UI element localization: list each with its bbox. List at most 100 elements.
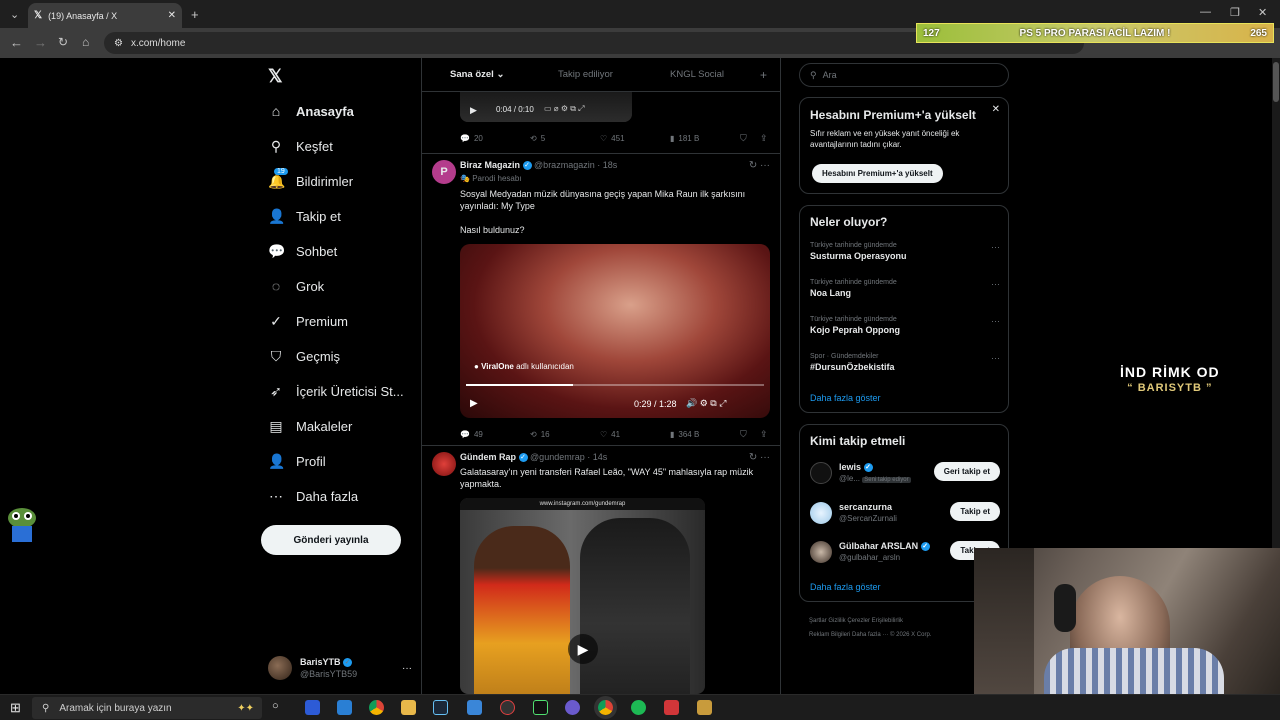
nav-item-11[interactable]: ⋯ Daha fazla <box>268 484 358 508</box>
close-icon[interactable]: ✕ <box>992 104 1000 115</box>
nav-item-5[interactable]: ◌ Grok <box>268 274 324 298</box>
home-button-icon[interactable]: ⌂ <box>82 35 89 49</box>
like-button[interactable]: ♡ 41 <box>600 430 620 439</box>
share-icon[interactable]: ⇪ <box>760 133 768 144</box>
taskbar-app-icon[interactable] <box>467 700 482 715</box>
tweet-video[interactable]: ● ViralOne adlı kullanıcıdan ▶ 0:29 / 1:… <box>460 244 770 418</box>
chrome-active-icon[interactable] <box>598 700 613 715</box>
page-scrollbar[interactable] <box>1272 58 1280 548</box>
chrome-icon[interactable] <box>369 700 384 715</box>
site-info-icon[interactable]: ⚙ <box>114 38 123 49</box>
tab-kngl-social[interactable]: KNGL Social <box>670 69 724 80</box>
taskbar-search[interactable]: ⚲ Aramak için buraya yazın ✦✦ <box>32 697 262 719</box>
tweet-more-icon[interactable]: ↻ ··· <box>749 452 770 463</box>
close-window-icon[interactable]: ✕ <box>1258 6 1267 19</box>
x-logo[interactable]: 𝕏 <box>268 66 283 87</box>
tweet-author-name[interactable]: Biraz Magazin <box>460 160 520 170</box>
tweet-author-handle[interactable]: @gundemrap · 14s <box>530 452 607 462</box>
bookmark-icon[interactable]: ⛉ <box>740 429 747 440</box>
tweet-author-name[interactable]: Gündem Rap <box>460 452 516 462</box>
bookmark-icon[interactable]: ⛉ <box>740 133 747 144</box>
obs-icon[interactable] <box>500 700 515 715</box>
spotify-icon[interactable] <box>631 700 646 715</box>
trend-item[interactable]: Türkiye tarihinde gündemde Noa Lang ··· <box>810 279 1000 298</box>
tweet[interactable]: P Biraz Magazin ✓ @brazmagazin · 18s ↻ ·… <box>422 154 780 446</box>
nav-item-0[interactable]: ⌂ Anasayfa <box>268 99 354 123</box>
tab-for-you[interactable]: Sana özel ⌄ <box>450 69 504 80</box>
user-avatar[interactable] <box>810 502 832 524</box>
new-tab-icon[interactable]: + <box>191 7 199 22</box>
trend-more-icon[interactable]: ··· <box>991 353 1000 363</box>
trend-item[interactable]: Spor · Gündemdekiler #DursunÖzbekistifa ··… <box>810 353 1000 372</box>
tweet-video[interactable]: www.instagram.com/gundemrap ▶ <box>460 498 705 694</box>
windows-start-icon[interactable]: ⊞ <box>10 700 21 716</box>
video-controls-icons[interactable]: ▭ ⌀ ⚙ ⧉ ⤢ <box>544 104 585 114</box>
share-icon[interactable]: ⇪ <box>760 429 768 440</box>
tweet-avatar[interactable]: P <box>432 160 456 184</box>
trend-more-icon[interactable]: ··· <box>991 242 1000 252</box>
tab-following[interactable]: Takip ediliyor <box>558 69 613 80</box>
play-icon[interactable]: ▶ <box>568 634 598 664</box>
taskbar-app-icon[interactable] <box>305 700 320 715</box>
reply-button[interactable]: 💬 49 <box>460 430 483 439</box>
add-tab-icon[interactable]: + <box>760 68 767 82</box>
user-avatar[interactable] <box>810 541 832 563</box>
account-switcher[interactable]: BarisYTB ✓ @BarisYTB59 ··· <box>268 654 412 682</box>
follow-suggestion[interactable]: sercanzurna @SercanZurnali Takip et <box>810 500 1000 528</box>
close-tab-icon[interactable]: ✕ <box>168 10 176 21</box>
trend-more-icon[interactable]: ··· <box>991 316 1000 326</box>
premium-upgrade-button[interactable]: Hesabını Premium+'a yükselt <box>812 164 943 183</box>
cortana-icon[interactable]: ○ <box>272 700 279 712</box>
follow-suggestion[interactable]: Gülbahar ARSLAN ✓ @gulbahar_arsln Takip … <box>810 539 1000 567</box>
tweet-avatar[interactable] <box>432 452 456 476</box>
tab-list-icon[interactable]: ⌄ <box>10 8 19 21</box>
follow-button[interactable]: Takip et <box>950 502 1000 521</box>
steam-icon[interactable] <box>433 700 448 715</box>
post-button[interactable]: Gönderi yayınla <box>261 525 401 555</box>
file-explorer-icon[interactable] <box>401 700 416 715</box>
tweet-more-icon[interactable]: ↻ ··· <box>749 160 770 171</box>
trend-more-icon[interactable]: ··· <box>991 279 1000 289</box>
views-button[interactable]: ▮ 181 B <box>670 134 699 143</box>
back-icon[interactable]: ← <box>10 35 23 50</box>
trends-more-link[interactable]: Daha fazla göster <box>810 393 881 403</box>
repost-button[interactable]: ⟲ 5 <box>530 134 545 143</box>
discord-icon[interactable] <box>565 700 580 715</box>
user-avatar[interactable] <box>810 462 832 484</box>
minimize-icon[interactable]: — <box>1200 6 1211 18</box>
nav-item-9[interactable]: ▤ Makaleler <box>268 414 352 438</box>
browser-tab[interactable]: 𝕏 (19) Anasayfa / X ✕ <box>28 3 182 28</box>
nav-item-2[interactable]: 🔔 19 Bildirimler <box>268 167 353 193</box>
repost-button[interactable]: ⟲ 16 <box>530 430 550 439</box>
restore-icon[interactable]: ❐ <box>1230 6 1240 19</box>
who-more-link[interactable]: Daha fazla göster <box>810 582 881 592</box>
video-controls-icons[interactable]: 🔊 ⚙ ⧉ ⤢ <box>686 398 726 409</box>
taskbar-app-icon[interactable] <box>664 700 679 715</box>
trend-item[interactable]: Türkiye tarihinde gündemde Kojo Peprah Op… <box>810 316 1000 335</box>
like-button[interactable]: ♡ 451 <box>600 134 625 143</box>
video-credit[interactable]: ● ViralOne adlı kullanıcıdan <box>474 362 574 371</box>
nav-item-10[interactable]: 👤 Profil <box>268 449 326 473</box>
tweet-video[interactable]: ▶ 0:04 / 0:10 ▭ ⌀ ⚙ ⧉ ⤢ <box>460 92 632 122</box>
taskbar-app-icon[interactable] <box>337 700 352 715</box>
tweet-author-handle[interactable]: @brazmagazin · 18s <box>534 160 617 170</box>
tweet[interactable]: Gündem Rap ✓ @gundemrap · 14s ↻ ··· Gala… <box>422 446 780 694</box>
play-icon[interactable]: ▶ <box>470 398 478 409</box>
forward-icon[interactable]: → <box>34 35 47 50</box>
follow-suggestion[interactable]: lewis ✓ @le... Seni takip ediyor Geri ta… <box>810 460 1000 488</box>
nav-item-3[interactable]: 👤 Takip et <box>268 204 341 228</box>
reply-button[interactable]: 💬 20 <box>460 134 483 143</box>
nav-item-6[interactable]: ✓ Premium <box>268 309 348 333</box>
trend-item[interactable]: Türkiye tarihinde gündemde Susturma Opera… <box>810 242 1000 261</box>
league-icon[interactable] <box>697 700 712 715</box>
reload-icon[interactable]: ↻ <box>58 35 68 49</box>
account-more-icon[interactable]: ··· <box>402 663 412 674</box>
nav-item-8[interactable]: ➶ İçerik Üreticisi St... <box>268 379 404 403</box>
follow-back-button[interactable]: Geri takip et <box>933 462 1000 481</box>
nav-item-1[interactable]: ⚲ Keşfet <box>268 134 333 158</box>
taskbar-app-icon[interactable] <box>533 700 548 715</box>
nav-item-4[interactable]: 💬 Sohbet <box>268 239 337 263</box>
search-input[interactable]: ⚲ Ara <box>799 63 1009 87</box>
views-button[interactable]: ▮ 364 B <box>670 430 699 439</box>
play-icon[interactable]: ▶ <box>470 105 477 116</box>
